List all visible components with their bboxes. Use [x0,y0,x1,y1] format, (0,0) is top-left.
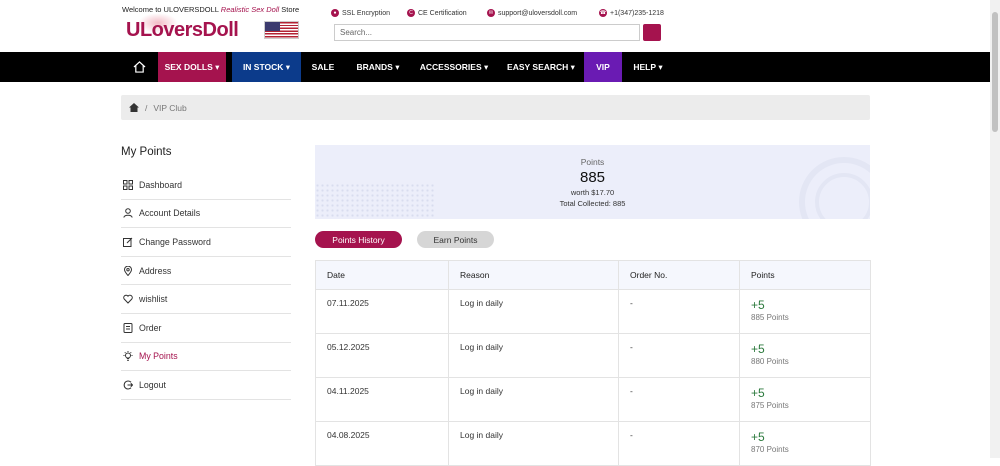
lock-icon: ● [331,9,339,17]
breadcrumb-current: VIP Club [153,102,187,113]
tab-earn-points[interactable]: Earn Points [417,231,494,248]
sidebar-item-my-points[interactable]: My Points [121,343,291,372]
table-row: 04.08.2025 Log in daily - +5 870 Points [315,421,871,466]
points-worth: worth $17.70 [570,188,615,197]
cell-points: +5 885 Points [739,289,871,334]
column-header-order-no: Order No. [618,260,740,290]
nav-brands[interactable]: BRANDS ▾ [350,52,406,82]
nav-in-stock[interactable]: IN STOCK ▾ [232,52,301,82]
search-button[interactable] [643,24,661,41]
sidebar-item-account-details[interactable]: Account Details [121,200,291,229]
heart-icon [123,294,133,304]
ce-badge: C CE Certification [407,9,467,17]
column-header-points: Points [739,260,871,290]
ce-icon: C [407,9,415,17]
points-total-collected: Total Collected: 885 [559,199,626,208]
points-delta: +5 [751,430,765,444]
scrollbar-thumb[interactable] [992,12,998,132]
nav-help[interactable]: HELP ▾ [626,52,670,82]
mail-icon: ✉ [487,9,495,17]
points-summary-card: Points 885 worth $17.70 Total Collected:… [315,145,870,219]
cell-date: 05.12.2025 [315,333,449,378]
cell-points: +5 880 Points [739,333,871,378]
cell-reason: Log in daily [448,289,619,334]
cell-points: +5 870 Points [739,421,871,466]
ssl-badge: ● SSL Encryption [331,9,390,17]
sidebar-item-address[interactable]: Address [121,257,291,286]
breadcrumb-separator: / [145,102,148,113]
phone-icon: ☎ [599,9,607,17]
nav-sex-dolls[interactable]: SEX DOLLS ▾ [158,52,226,82]
table-row: 05.12.2025 Log in daily - +5 880 Points [315,333,871,378]
points-running-total: 870 Points [751,445,789,454]
welcome-suffix: Store [281,5,300,14]
points-delta: +5 [751,342,765,356]
nav-accessories[interactable]: ACCESSORIES ▾ [414,52,494,82]
welcome-accent: Realistic Sex Doll [220,5,280,14]
main-nav: SEX DOLLS ▾ IN STOCK ▾ SALE BRANDS ▾ ACC… [0,52,990,82]
points-running-total: 885 Points [751,313,789,322]
logo-text: ULoversDoll [126,19,239,41]
dashboard-icon [123,179,133,190]
location-icon [123,265,133,276]
site-header: Welcome to ULOVERSDOLL Realistic Sex Dol… [0,0,990,52]
cell-date: 07.11.2025 [315,289,449,334]
search-input[interactable] [334,24,640,41]
support-email[interactable]: ✉ support@uloversdoll.com [487,9,577,17]
table-row: 04.11.2025 Log in daily - +5 875 Points [315,377,871,422]
breadcrumb: / VIP Club [121,95,870,120]
cell-date: 04.08.2025 [315,421,449,466]
table-header-row: Date Reason Order No. Points [315,260,871,290]
nav-easy-search[interactable]: EASY SEARCH ▾ [502,52,580,82]
points-history-table: Date Reason Order No. Points 07.11.2025 … [315,260,871,466]
nav-vip[interactable]: VIP [584,52,622,82]
points-label: Points [580,157,605,167]
sidebar-item-dashboard[interactable]: Dashboard [121,171,291,200]
home-icon[interactable] [133,61,146,73]
welcome-text: Welcome to ULOVERSDOLL Realistic Sex Dol… [122,5,299,14]
points-value: 885 [579,169,606,186]
cell-order-no: - [618,377,740,422]
sidebar-item-logout[interactable]: Logout [121,371,291,400]
cell-reason: Log in daily [448,421,619,466]
points-running-total: 880 Points [751,357,789,366]
site-logo[interactable]: ULoversDoll [126,13,239,42]
cell-order-no: - [618,289,740,334]
cell-reason: Log in daily [448,377,619,422]
cell-order-no: - [618,333,740,378]
cell-date: 04.11.2025 [315,377,449,422]
cell-reason: Log in daily [448,333,619,378]
user-icon [123,208,133,219]
points-delta: +5 [751,298,765,312]
column-header-date: Date [315,260,449,290]
points-running-total: 875 Points [751,401,789,410]
sidebar-item-change-password[interactable]: Change Password [121,228,291,257]
bulb-icon [123,351,133,362]
us-flag-icon[interactable] [264,21,299,39]
nav-sale[interactable]: SALE [305,52,341,82]
points-delta: +5 [751,386,765,400]
cell-order-no: - [618,421,740,466]
trust-badges: ● SSL Encryption C CE Certification ✉ su… [331,9,671,21]
breadcrumb-home-icon[interactable] [129,103,139,112]
support-phone[interactable]: ☎ +1(347)235-1218 [599,9,664,17]
table-row: 07.11.2025 Log in daily - +5 885 Points [315,289,871,334]
sidebar-item-order[interactable]: Order [121,314,291,343]
edit-icon [123,237,133,247]
logout-icon [123,380,133,390]
cell-points: +5 875 Points [739,377,871,422]
account-sidebar: Dashboard Account Details Change Passwor… [121,171,291,400]
sidebar-title: My Points [121,146,172,158]
page-scrollbar[interactable] [990,0,1000,458]
order-icon [123,322,133,333]
column-header-reason: Reason [448,260,619,290]
welcome-prefix: Welcome to ULOVERSDOLL [122,5,219,14]
tab-points-history[interactable]: Points History [315,231,402,248]
sidebar-item-wishlist[interactable]: wishlist [121,285,291,314]
